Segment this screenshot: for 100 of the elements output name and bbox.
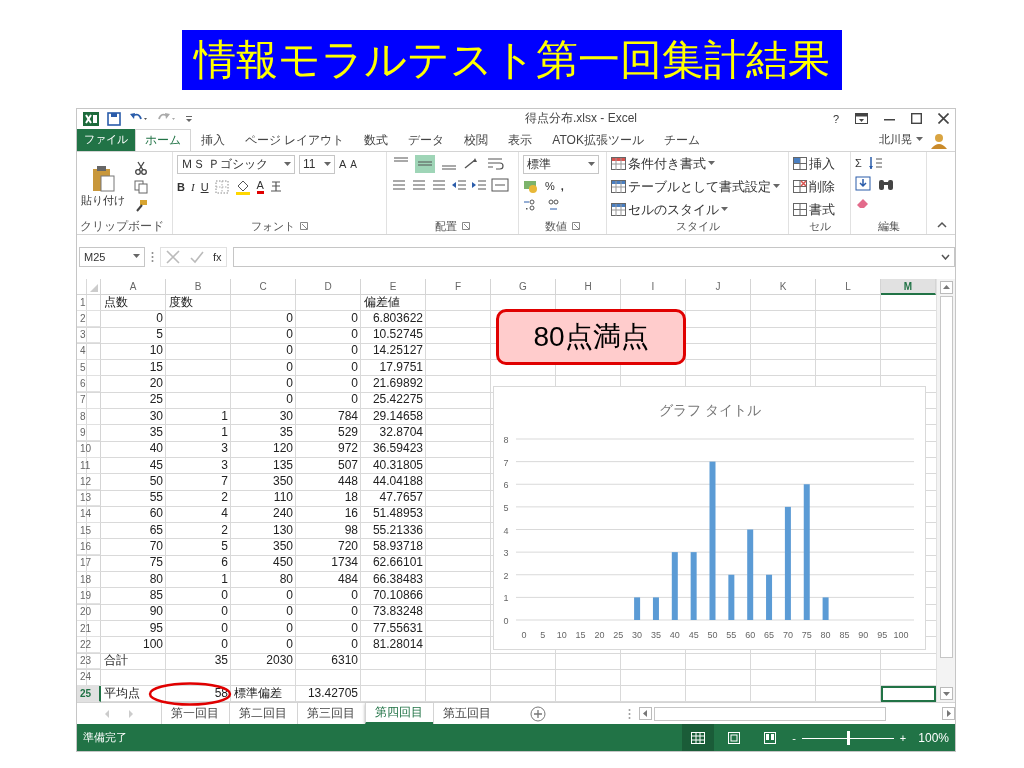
page-break-icon[interactable] xyxy=(764,731,777,744)
text-align-icon[interactable] xyxy=(411,177,427,192)
row-header[interactable]: 10 xyxy=(77,441,101,458)
text-align-icon[interactable] xyxy=(391,177,407,192)
column-header[interactable]: J xyxy=(686,278,751,295)
percent-button[interactable]: % xyxy=(545,179,555,192)
row-header[interactable]: 24 xyxy=(77,669,101,686)
sheet-tab[interactable]: 第四回目 xyxy=(364,703,433,724)
maximize-icon[interactable] xyxy=(911,113,922,125)
column-header[interactable]: L xyxy=(816,278,881,295)
font-name-field[interactable]: ＭＳ Ｐゴシック xyxy=(177,154,295,174)
normal-view-icon[interactable] xyxy=(691,731,706,744)
scroll-up-icon[interactable] xyxy=(939,280,953,294)
column-header[interactable]: H xyxy=(556,278,621,295)
chart-panel[interactable]: グラフ タイトル 0 1 2 3 45 6 7 8 0 5 10 15 20 25 30 35 40 45 50 55 60 65 70 75 80 85 90 95 100 xyxy=(493,385,926,650)
currency-icon[interactable] xyxy=(523,178,539,193)
scissors-icon[interactable] xyxy=(134,160,148,175)
row-header[interactable]: 13 xyxy=(77,490,101,507)
file-tab[interactable]: ファイル xyxy=(77,128,135,151)
wrap-text-icon[interactable] xyxy=(487,155,505,172)
ribbon-tab[interactable]: 表示 xyxy=(498,128,543,151)
bold-button[interactable]: B xyxy=(177,180,185,193)
expand-caret-icon[interactable] xyxy=(941,253,950,260)
dialog-launcher-icon[interactable] xyxy=(572,222,580,231)
dialog-launcher-icon[interactable] xyxy=(462,222,470,231)
decrease-indent-icon[interactable] xyxy=(451,177,467,192)
caret-icon[interactable] xyxy=(916,137,923,143)
cells-button[interactable]: 削除 xyxy=(793,177,846,196)
row-header[interactable]: 21 xyxy=(77,620,101,637)
row-header[interactable]: 7 xyxy=(77,392,101,409)
brush-icon[interactable] xyxy=(134,198,148,213)
row-header[interactable]: 22 xyxy=(77,636,101,654)
caret-icon[interactable] xyxy=(324,161,331,167)
formula-input[interactable] xyxy=(232,246,955,267)
ribbon-tab[interactable]: 数式 xyxy=(354,128,399,151)
close-icon[interactable] xyxy=(938,113,949,125)
caret-icon[interactable] xyxy=(133,254,140,260)
column-header[interactable]: M xyxy=(881,278,936,295)
vertical-align-icon[interactable] xyxy=(415,154,435,173)
ribbon-tab[interactable]: 挿入 xyxy=(191,128,235,151)
italic-button[interactable]: I xyxy=(190,180,195,193)
column-header[interactable]: A xyxy=(101,278,166,295)
ribbon-display-icon[interactable] xyxy=(855,113,868,125)
spreadsheet-logo-icon[interactable] xyxy=(83,110,99,127)
autosum-button[interactable]: Σ xyxy=(855,156,862,169)
grow-font-button[interactable]: A xyxy=(339,158,347,171)
zoom-in-button[interactable]: + xyxy=(899,731,907,744)
row-header[interactable]: 14 xyxy=(77,506,101,523)
row-header[interactable]: 19 xyxy=(77,587,101,605)
user-name[interactable]: 北川晃 xyxy=(879,132,912,148)
column-header[interactable]: B xyxy=(166,278,231,295)
name-box[interactable]: M25 xyxy=(79,246,145,267)
row-header[interactable]: 8 xyxy=(77,408,101,425)
splitter-icon[interactable] xyxy=(628,707,632,720)
caret-icon[interactable] xyxy=(588,161,595,167)
column-header[interactable]: K xyxy=(751,278,816,295)
row-header[interactable]: 1 xyxy=(77,294,101,311)
add-sheet-icon[interactable] xyxy=(530,705,547,722)
fill-down-icon[interactable] xyxy=(855,175,871,191)
row-header[interactable]: 5 xyxy=(77,359,101,377)
ribbon-tab[interactable]: ATOK拡張ツール xyxy=(542,128,654,151)
style-button[interactable]: テーブルとして書式設定 xyxy=(611,177,784,196)
row-header[interactable]: 17 xyxy=(77,555,101,572)
style-button[interactable]: セルのスタイル xyxy=(611,200,784,219)
merge-cells-icon[interactable] xyxy=(491,177,509,192)
row-header[interactable]: 3 xyxy=(77,327,101,344)
column-header[interactable]: C xyxy=(231,278,296,295)
font-size-field[interactable]: 11 xyxy=(299,154,335,174)
scrollbar-thumb[interactable] xyxy=(654,706,887,721)
underline-button[interactable]: U xyxy=(200,180,209,193)
row-header[interactable]: 15 xyxy=(77,522,101,540)
scroll-left-icon[interactable] xyxy=(639,707,653,720)
row-header[interactable]: 16 xyxy=(77,539,101,556)
help-button[interactable]: ? xyxy=(832,112,839,125)
fill-bucket-icon[interactable] xyxy=(234,178,251,195)
paste-button[interactable]: 貼り付け xyxy=(81,165,125,209)
decrease-decimal-icon[interactable] xyxy=(545,197,561,212)
zoom-slider-thumb[interactable] xyxy=(846,730,850,745)
row-header[interactable]: 9 xyxy=(77,424,101,442)
ribbon-tab[interactable]: チーム xyxy=(653,128,710,151)
phonetic-guide-icon[interactable] xyxy=(269,179,282,195)
row-header[interactable]: 11 xyxy=(77,457,101,474)
column-header[interactable]: I xyxy=(621,278,686,295)
row-header[interactable]: 23 xyxy=(77,653,101,670)
dialog-launcher-icon[interactable] xyxy=(300,222,308,231)
row-header[interactable]: 4 xyxy=(77,343,101,360)
scrollbar-thumb[interactable] xyxy=(939,295,953,658)
row-header[interactable]: 20 xyxy=(77,604,101,621)
ribbon-tab[interactable]: ホーム xyxy=(135,128,191,151)
scroll-down-icon[interactable] xyxy=(939,687,953,700)
row-header[interactable]: 2 xyxy=(77,310,101,328)
ribbon-tab[interactable]: ページ レイアウト xyxy=(235,128,355,151)
customize-caret-icon[interactable] xyxy=(185,113,193,124)
cells-button[interactable]: 挿入 xyxy=(793,154,846,173)
cell-cursor[interactable] xyxy=(881,685,936,702)
column-header[interactable]: G xyxy=(491,278,556,295)
ribbon-tab[interactable]: データ xyxy=(398,128,455,151)
insert-function-button[interactable]: fx xyxy=(213,250,222,263)
cells-button[interactable]: 書式 xyxy=(793,200,846,219)
increase-indent-icon[interactable] xyxy=(471,177,487,192)
